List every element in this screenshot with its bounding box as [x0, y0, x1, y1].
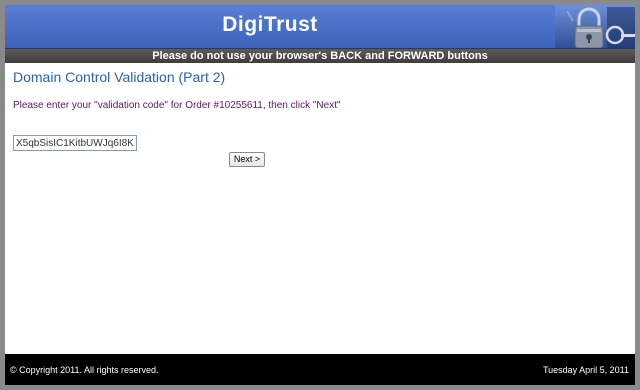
- instruction-text: Please enter your "validation code" for …: [13, 100, 341, 111]
- page-container: DigiTrust Please do not use your browser…: [5, 5, 635, 385]
- copyright-text: © Copyright 2011. All rights reserved.: [10, 365, 159, 375]
- header-banner: DigiTrust: [5, 5, 635, 49]
- padlock-keys-icon: [555, 5, 635, 48]
- brand-title: DigiTrust: [222, 13, 318, 36]
- page-frame: DigiTrust Please do not use your browser…: [0, 0, 640, 390]
- footer-bar: © Copyright 2011. All rights reserved. T…: [5, 354, 635, 385]
- next-button[interactable]: Next >: [229, 152, 265, 167]
- footer-date: Tuesday April 5, 2011: [542, 365, 629, 375]
- page-title: Domain Control Validation (Part 2): [13, 69, 226, 85]
- navigation-warning-bar: Please do not use your browser's BACK an…: [5, 49, 635, 63]
- main-content: Domain Control Validation (Part 2) Pleas…: [5, 63, 635, 354]
- validation-code-input[interactable]: [13, 135, 137, 151]
